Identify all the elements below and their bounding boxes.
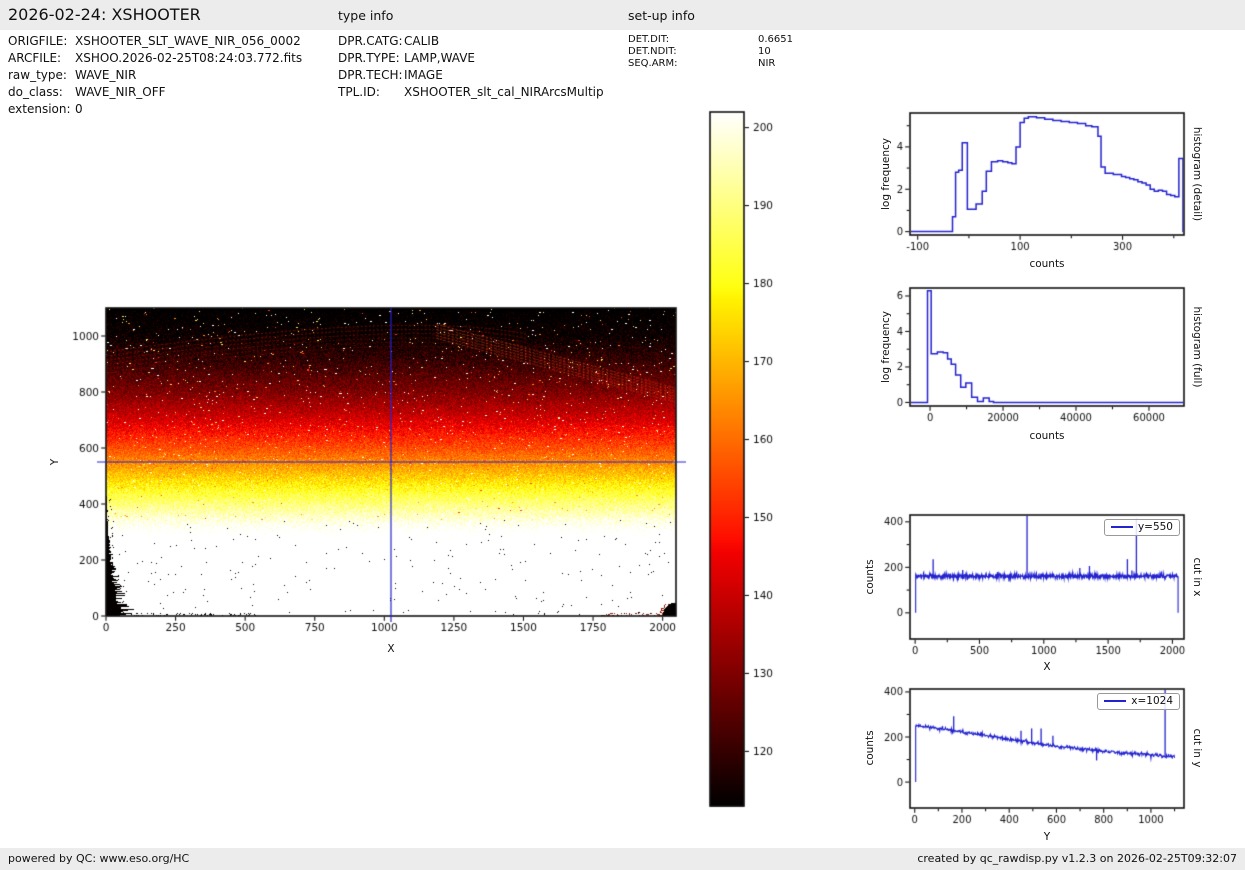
histogram-full-ylabel: log frequency xyxy=(880,310,892,384)
footer-bar: powered by QC: www.eso.org/HC created by… xyxy=(0,848,1245,870)
legend-label: y=550 xyxy=(1137,521,1173,533)
histogram-full-canvas xyxy=(862,283,1198,443)
meta-value: XSHOOTER_slt_cal_NIRArcsMultip xyxy=(404,85,604,99)
meta-value: LAMP,WAVE xyxy=(404,51,476,65)
legend-line-sample xyxy=(1104,700,1127,702)
histogram-detail-xlabel: counts xyxy=(1029,258,1065,270)
meta-row: DET.DIT: 0.6651 xyxy=(628,34,793,46)
cut-in-y-ylabel: counts xyxy=(864,730,876,766)
qc-report-page: 2026-02-24: XSHOOTER type info set-up in… xyxy=(0,0,1245,870)
meta-label: raw_type: xyxy=(8,68,67,82)
legend-label: x=1024 xyxy=(1131,695,1173,707)
meta-value: IMAGE xyxy=(404,68,443,82)
header-bar: 2026-02-24: XSHOOTER type info set-up in… xyxy=(0,0,1245,30)
meta-row: DPR.TECH:IMAGE xyxy=(338,67,604,84)
meta-row: SEQ.ARM: NIR xyxy=(628,58,793,70)
meta-label: DET.NDIT: xyxy=(628,46,677,57)
meta-label: TPL.ID: xyxy=(338,85,380,99)
meta-row: do_class: WAVE_NIR_OFF xyxy=(8,84,302,101)
meta-label: DPR.CATG: xyxy=(338,34,403,48)
raw-image-canvas xyxy=(60,300,710,645)
setup-info-block: DET.DIT: 0.6651 DET.NDIT: 10 SEQ.ARM: NIR xyxy=(628,34,793,70)
meta-value: XSHOO.2026-02-25T08:24:03.772.fits xyxy=(75,51,303,65)
cut-in-y-side-label: cut in y xyxy=(1191,728,1203,768)
footer-right-text: created by qc_rawdisp.py v1.2.3 on 2026-… xyxy=(917,852,1237,865)
page-title: 2026-02-24: XSHOOTER xyxy=(8,5,201,24)
cut-in-x-xlabel: X xyxy=(1043,661,1051,673)
meta-label: DET.DIT: xyxy=(628,34,670,45)
histogram-detail-ylabel: log frequency xyxy=(880,137,892,211)
meta-value: 0.6651 xyxy=(758,34,793,45)
footer-left-text: powered by QC: www.eso.org/HC xyxy=(8,852,190,865)
meta-label: SEQ.ARM: xyxy=(628,58,678,69)
meta-row: DPR.TYPE: LAMP,WAVE xyxy=(338,50,604,67)
histogram-full-side-label: histogram (full) xyxy=(1191,306,1203,388)
meta-label: DPR.TECH: xyxy=(338,68,403,82)
cut-in-y-legend: x=1024 xyxy=(1097,693,1180,710)
meta-label: DPR.TYPE: xyxy=(338,51,400,65)
setup-info-heading: set-up info xyxy=(628,8,695,23)
colorbar-canvas xyxy=(706,106,798,816)
cut-in-x-side-label: cut in x xyxy=(1191,557,1203,597)
histogram-full-xlabel: counts xyxy=(1029,430,1065,442)
type-info-heading: type info xyxy=(338,8,394,23)
meta-value: CALIB xyxy=(404,34,440,48)
meta-label: ARCFILE: xyxy=(8,51,62,65)
type-info-block: DPR.CATG:CALIB DPR.TYPE: LAMP,WAVE DPR.TE… xyxy=(338,33,604,101)
meta-value: WAVE_NIR_OFF xyxy=(75,85,166,99)
histogram-detail-side-label: histogram (detail) xyxy=(1191,126,1203,222)
legend-line-sample xyxy=(1110,526,1133,528)
meta-row: ARCFILE: XSHOO.2026-02-25T08:24:03.772.fi… xyxy=(8,50,302,67)
meta-row: ORIGFILE: XSHOOTER_SLT_WAVE_NIR_056_0002 xyxy=(8,33,302,50)
meta-row: raw_type: WAVE_NIR xyxy=(8,67,302,84)
meta-row: extension: 0 xyxy=(8,101,302,118)
meta-row: DPR.CATG:CALIB xyxy=(338,33,604,50)
meta-label: do_class: xyxy=(8,85,63,99)
meta-label: extension: xyxy=(8,102,71,116)
raw-image-ylabel: Y xyxy=(49,458,61,466)
meta-value: WAVE_NIR xyxy=(75,68,137,82)
cut-in-x-legend: y=550 xyxy=(1103,519,1180,536)
cut-in-x-ylabel: counts xyxy=(864,559,876,595)
meta-value: NIR xyxy=(758,58,776,69)
meta-value: 10 xyxy=(758,46,771,57)
meta-value: 0 xyxy=(75,102,83,116)
meta-row: DET.NDIT: 10 xyxy=(628,46,793,58)
histogram-detail-canvas xyxy=(862,106,1198,271)
meta-value: XSHOOTER_SLT_WAVE_NIR_056_0002 xyxy=(75,34,301,48)
cut-in-y-xlabel: Y xyxy=(1043,831,1051,843)
meta-label: ORIGFILE: xyxy=(8,34,68,48)
raw-image-xlabel: X xyxy=(387,643,395,655)
file-info-block: ORIGFILE: XSHOOTER_SLT_WAVE_NIR_056_0002 … xyxy=(8,33,302,118)
meta-row: TPL.ID: XSHOOTER_slt_cal_NIRArcsMultip xyxy=(338,84,604,101)
